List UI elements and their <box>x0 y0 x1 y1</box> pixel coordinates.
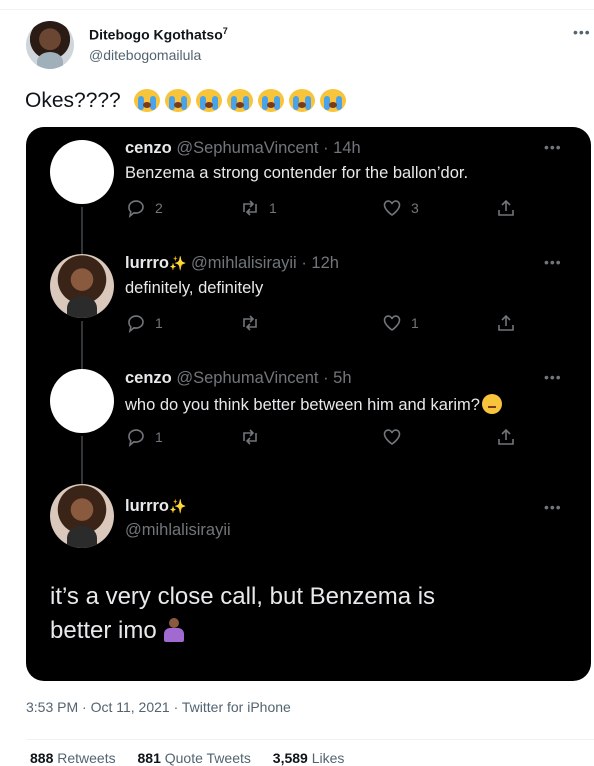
main-name: lurrro <box>125 497 170 515</box>
share-action <box>496 427 516 447</box>
retweets-count: 888 <box>30 750 54 766</box>
comment-icon <box>128 429 144 447</box>
retweet-icon <box>243 200 257 216</box>
main-text-line2-row: better imo <box>50 614 435 648</box>
likes-stat[interactable]: 3,589 Likes <box>273 750 345 766</box>
reply-count-action: 1 <box>126 313 163 333</box>
reply-count-action: 2 <box>126 198 163 218</box>
like-action <box>382 427 411 447</box>
loudly-crying-face-icon <box>195 88 223 113</box>
reply-more-icon: ••• <box>544 139 562 155</box>
reply-handle: @mihlalisirayii <box>191 254 297 272</box>
loudly-crying-face-icon <box>226 88 254 113</box>
main-text: it’s a very close call, but Benzema is b… <box>50 580 435 648</box>
like-action: 3 <box>382 198 419 218</box>
reply-text-content: who do you think better between him and … <box>125 396 480 414</box>
likes-count: 3,589 <box>272 750 308 766</box>
tweet-text: Okes???? <box>25 89 121 112</box>
reply-handle: @SephumaVincent <box>176 139 319 157</box>
retweet-icon <box>243 429 257 445</box>
retweet-action <box>240 427 269 447</box>
likes-label: Likes <box>311 750 345 766</box>
main-avatar <box>50 484 114 548</box>
like-count: 3 <box>411 200 419 216</box>
quotes-stat[interactable]: 881 Quote Tweets <box>138 750 251 766</box>
comment-icon <box>128 200 144 218</box>
reply-count: 2 <box>155 200 163 216</box>
thinking-face-icon <box>481 394 502 414</box>
author-name-text[interactable]: Ditebogo Kgothatso <box>89 27 223 43</box>
author-name-suffix: 7 <box>222 26 228 36</box>
retweet-count: 1 <box>269 200 277 216</box>
main-text-line1: it’s a very close call, but Benzema is <box>50 583 436 610</box>
main-text-line2: better imo <box>50 617 157 644</box>
reply-name: cenzo <box>125 139 172 157</box>
share-icon <box>498 428 514 445</box>
retweet-icon <box>243 315 257 331</box>
heart-icon <box>383 200 401 216</box>
heart-icon <box>383 315 401 331</box>
reply-count: 1 <box>155 315 163 331</box>
reply-name: cenzo <box>125 369 172 387</box>
reply-time: · 14h <box>323 139 361 157</box>
share-action <box>496 313 516 333</box>
loudly-crying-face-icon <box>319 88 347 113</box>
engagement-stats: 888 Retweets 881 Quote Tweets 3,589 Like… <box>30 750 362 766</box>
tweet-timestamp[interactable]: 3:53 PM · Oct 11, 2021 · Twitter for iPh… <box>26 699 291 715</box>
sparkles-icon: ✨ <box>169 498 187 514</box>
author-avatar[interactable] <box>26 21 74 69</box>
reply-time: · 12h <box>301 254 339 272</box>
retweet-action: 1 <box>240 198 277 218</box>
reply-header: lurrro✨ @mihlalisirayii · 12h <box>125 254 339 273</box>
retweets-stat[interactable]: 888 Retweets <box>30 750 116 766</box>
retweet-action <box>240 313 269 333</box>
retweets-label: Retweets <box>57 750 116 766</box>
like-action: 1 <box>382 313 419 333</box>
share-action <box>496 198 516 218</box>
crying-emoji-row <box>133 88 347 113</box>
thread-line <box>81 207 83 255</box>
reply-more-icon: ••• <box>544 254 562 270</box>
reply-more-icon: ••• <box>544 369 562 385</box>
reply-handle: @SephumaVincent <box>176 369 319 387</box>
reply-text: who do you think better between him and … <box>125 394 502 415</box>
reply-avatar <box>50 369 114 433</box>
more-options-icon[interactable]: ••• <box>573 24 591 40</box>
screenshot-image[interactable]: cenzo @SephumaVincent · 14h ••• Benzema … <box>26 127 591 681</box>
reply-avatar <box>50 140 114 204</box>
reply-time: · 5h <box>323 369 352 387</box>
reply-text: definitely, definitely <box>125 279 264 297</box>
reply-name: lurrro <box>125 254 170 272</box>
reply-count-action: 1 <box>126 427 163 447</box>
main-more-icon: ••• <box>544 499 562 515</box>
reply-header: cenzo @SephumaVincent · 5h <box>125 369 352 388</box>
reply-count: 1 <box>155 429 163 445</box>
quotes-label: Quote Tweets <box>164 750 251 766</box>
thread-line <box>81 436 83 484</box>
heart-icon <box>383 429 401 445</box>
sparkles-icon: ✨ <box>169 255 187 271</box>
loudly-crying-face-icon <box>133 88 161 113</box>
reply-header: cenzo @SephumaVincent · 14h <box>125 139 361 158</box>
main-handle: @mihlalisirayii <box>125 521 231 539</box>
loudly-crying-face-icon <box>257 88 285 113</box>
comment-icon <box>128 315 144 333</box>
stats-divider <box>26 739 594 740</box>
top-divider <box>0 9 594 10</box>
thread-line <box>81 321 83 369</box>
share-icon <box>498 199 514 216</box>
like-count: 1 <box>411 315 419 331</box>
main-name-row: lurrro✨ <box>125 497 186 516</box>
reply-text: Benzema a strong contender for the ballo… <box>125 164 469 182</box>
share-icon <box>498 314 514 331</box>
quotes-count: 881 <box>137 750 161 766</box>
loudly-crying-face-icon <box>288 88 316 113</box>
author-name[interactable]: Ditebogo Kgothatso7 <box>89 26 228 43</box>
shrug-icon <box>161 618 187 642</box>
loudly-crying-face-icon <box>164 88 192 113</box>
author-handle[interactable]: @ditebogomailula <box>89 47 201 63</box>
reply-avatar <box>50 254 114 318</box>
